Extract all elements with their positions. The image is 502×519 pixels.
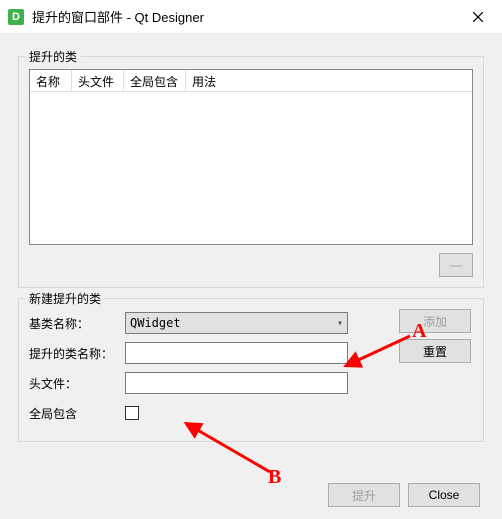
group-new-promoted-class-legend: 新建提升的类 — [25, 290, 105, 307]
group-new-promoted-class: 新建提升的类 基类名称： QWidget ▾ 提升的类名称： 头文件： 全局包含… — [18, 298, 484, 442]
group-promoted-classes-legend: 提升的类 — [25, 48, 81, 65]
label-base-class: 基类名称： — [29, 315, 125, 332]
label-promoted-class-name: 提升的类名称： — [29, 345, 125, 362]
titlebar: D 提升的窗口部件 - Qt Designer — [0, 0, 502, 34]
promoted-classes-table[interactable]: 名称 头文件 全局包含 用法 — [29, 69, 473, 245]
label-header-file: 头文件： — [29, 375, 125, 392]
close-icon — [473, 12, 483, 22]
minus-icon: — — [450, 258, 462, 272]
column-header-file[interactable]: 头文件 — [72, 70, 124, 92]
add-button[interactable]: 添加 — [399, 309, 471, 333]
promoted-class-name-input[interactable] — [125, 342, 348, 364]
window-title: 提升的窗口部件 - Qt Designer — [32, 7, 456, 26]
close-button[interactable]: Close — [408, 483, 480, 507]
column-global-include[interactable]: 全局包含 — [124, 70, 186, 92]
base-class-value: QWidget — [130, 316, 181, 330]
column-name[interactable]: 名称 — [30, 70, 72, 92]
label-global-include: 全局包含 — [29, 405, 125, 422]
annotation-b-label: B — [268, 466, 281, 489]
window-close-button[interactable] — [456, 2, 500, 32]
dialog-body: 提升的类 名称 头文件 全局包含 用法 — 新建提升的类 基类名称： QWidg… — [0, 34, 502, 519]
group-promoted-classes: 提升的类 名称 头文件 全局包含 用法 — — [18, 56, 484, 288]
promote-button[interactable]: 提升 — [328, 483, 400, 507]
base-class-combo[interactable]: QWidget ▾ — [125, 312, 348, 334]
app-icon: D — [8, 9, 24, 25]
remove-button[interactable]: — — [439, 253, 473, 277]
chevron-down-icon: ▾ — [337, 318, 343, 329]
column-usage[interactable]: 用法 — [186, 70, 472, 92]
global-include-checkbox[interactable] — [125, 406, 139, 420]
table-header-row: 名称 头文件 全局包含 用法 — [30, 70, 472, 92]
header-file-input[interactable] — [125, 372, 348, 394]
reset-button[interactable]: 重置 — [399, 339, 471, 363]
